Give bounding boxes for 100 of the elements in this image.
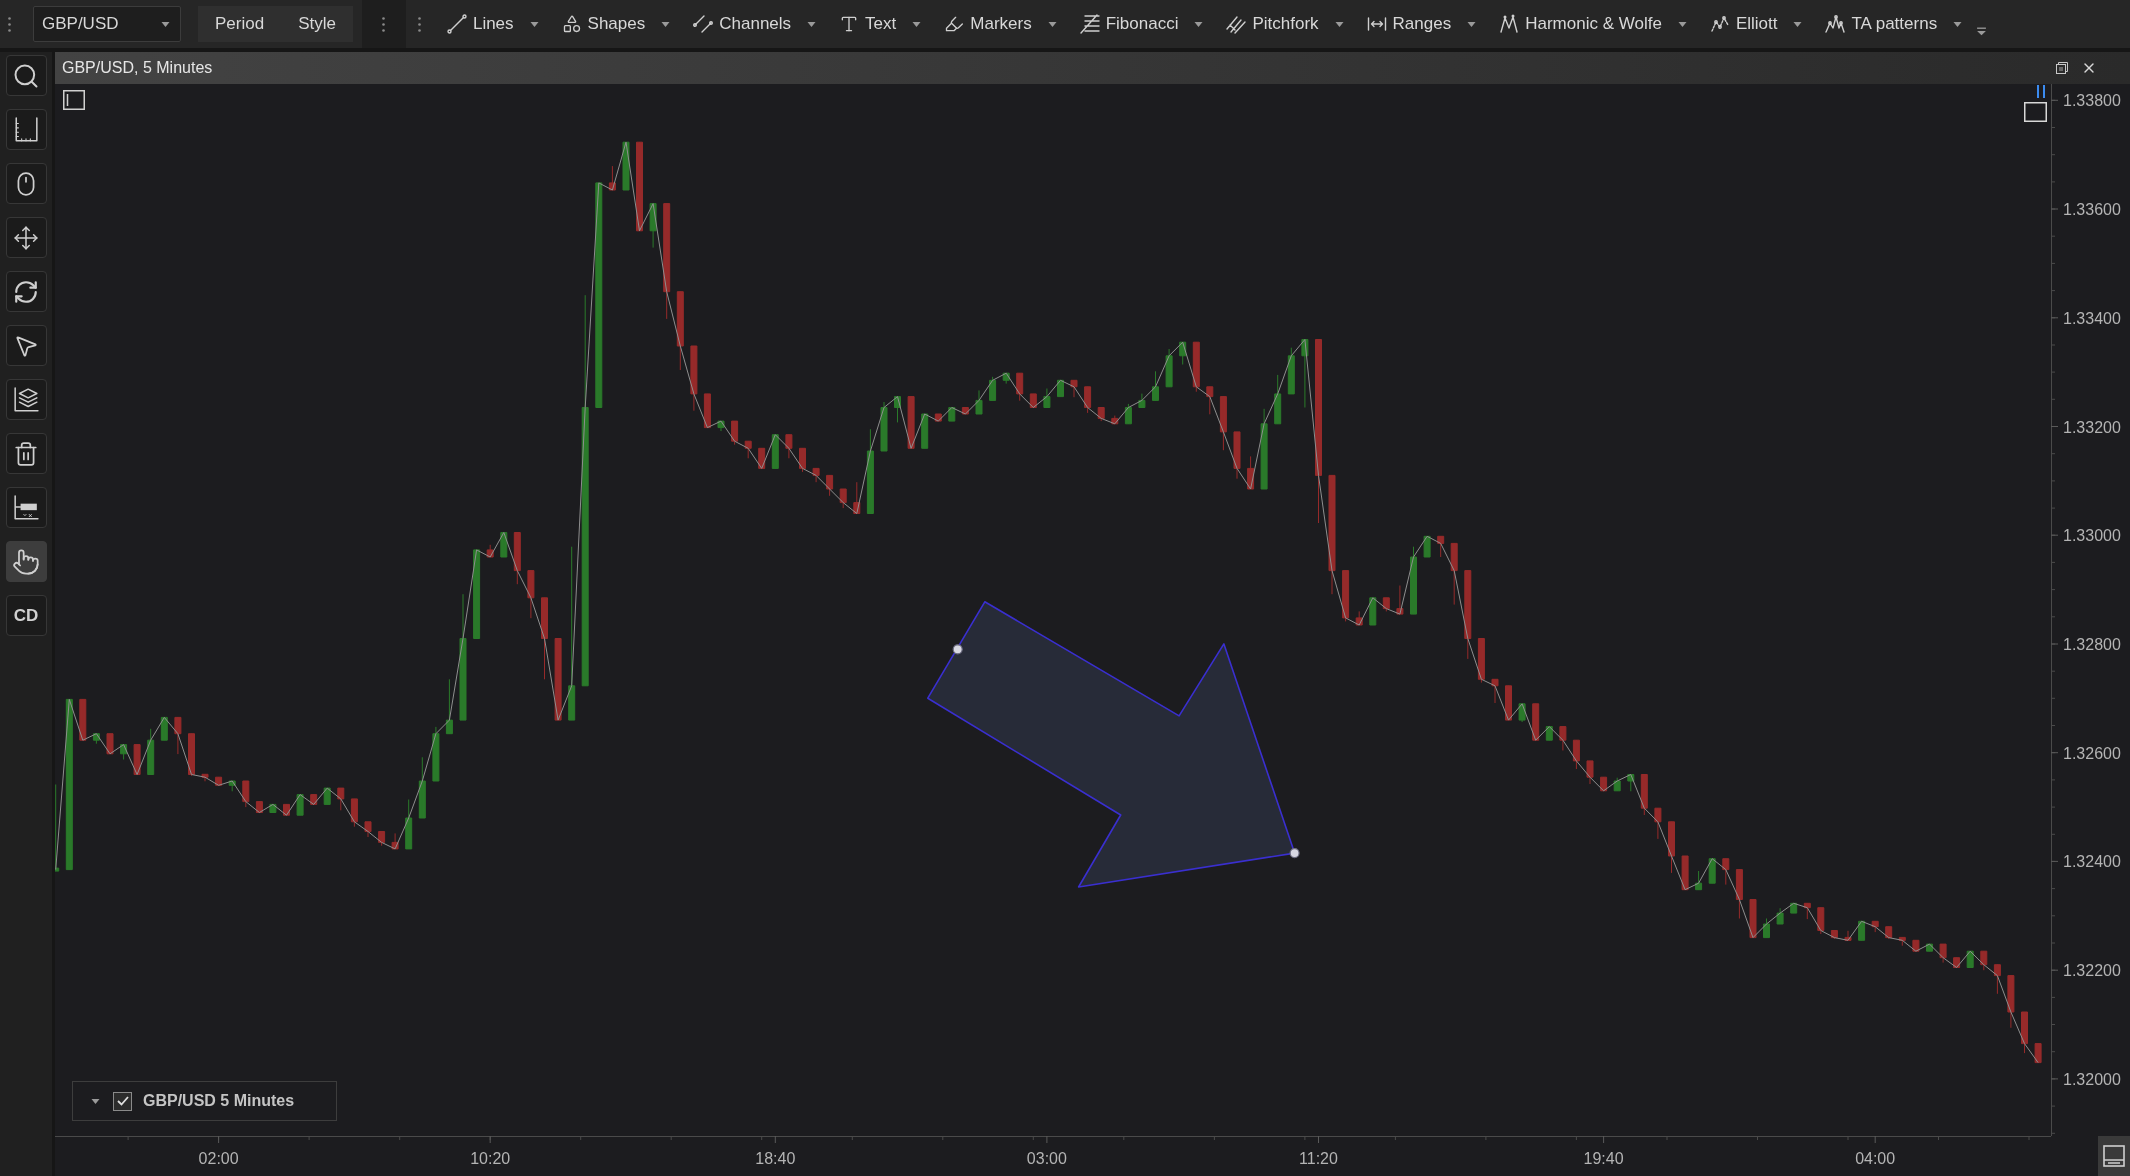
caret-icon (161, 21, 170, 27)
candle (907, 396, 915, 449)
candle (826, 474, 834, 497)
symbol-dropdown[interactable]: GBP/USD (33, 6, 181, 42)
grip-icon[interactable] (8, 16, 11, 32)
toolbar-button[interactable]: Period (198, 6, 282, 42)
drawing-tool-button[interactable]: Markers (942, 6, 1059, 42)
candle (106, 733, 114, 755)
candle (500, 532, 508, 558)
time-label: 10:20 (470, 1150, 511, 1167)
wave-points-icon (1709, 14, 1730, 34)
price-label: 1.32400 (2063, 853, 2121, 871)
tool-button[interactable] (5, 109, 47, 150)
candle (975, 389, 983, 415)
candle (1016, 372, 1024, 402)
grip-icon[interactable] (382, 16, 386, 32)
grip-icon[interactable] (417, 16, 421, 32)
drawing-tool-button[interactable]: TA patterns (1823, 6, 1965, 42)
tool-button[interactable] (5, 325, 47, 366)
candle (215, 776, 223, 786)
candle (1057, 379, 1064, 398)
candle (1939, 943, 1947, 964)
candle (1369, 597, 1377, 626)
caret-icon (1467, 21, 1477, 27)
candle (2021, 1011, 2028, 1054)
candle (1586, 760, 1594, 785)
candle (961, 406, 969, 415)
candle (1396, 585, 1404, 615)
drawing-tool-button[interactable]: Shapes (559, 6, 673, 42)
candle (283, 803, 290, 816)
peaks-icon (1825, 14, 1846, 34)
candle (1668, 821, 1675, 874)
candle (242, 780, 250, 808)
tool-button[interactable] (5, 271, 47, 312)
drawing-tool-button[interactable]: Text (837, 6, 924, 42)
tool-button[interactable] (5, 55, 47, 96)
drag-handle[interactable] (952, 644, 963, 655)
candle (391, 832, 399, 850)
candle (378, 831, 386, 847)
layers-chart-icon (13, 386, 39, 413)
legend-checkbox[interactable] (113, 1091, 132, 1111)
candle (1640, 774, 1648, 816)
candle (1735, 869, 1743, 919)
tool-button[interactable] (5, 541, 47, 582)
candle (1505, 685, 1512, 721)
candle (744, 440, 752, 459)
restore-button[interactable] (2055, 61, 2069, 75)
caret-icon (807, 21, 817, 27)
drawing-tool-button[interactable]: Lines (444, 6, 541, 42)
candle (1695, 870, 1703, 891)
drawing-tool-button[interactable]: Channels (691, 6, 819, 42)
candle (1084, 386, 1092, 414)
candle (269, 803, 277, 813)
shapes-icon (561, 14, 582, 34)
tool-button[interactable] (5, 433, 47, 474)
drawing-tool-button[interactable]: Ranges (1364, 6, 1479, 42)
caret-icon (1953, 21, 1963, 27)
toolbar-button[interactable]: Style (281, 6, 353, 42)
candle (731, 420, 739, 446)
square-outline-icon[interactable] (2024, 102, 2047, 122)
tool-button[interactable] (5, 163, 47, 204)
candle (1830, 930, 1838, 940)
price-label: 1.33000 (2063, 527, 2121, 545)
candle (201, 773, 209, 782)
candle (839, 488, 847, 509)
candle (350, 798, 358, 828)
tool-button[interactable] (5, 379, 47, 420)
candle (758, 447, 766, 469)
caret-icon (1793, 21, 1803, 27)
drawing-tool-button[interactable]: Fibonacci (1077, 6, 1206, 42)
pause-icon[interactable] (2037, 85, 2046, 98)
candle (1192, 341, 1200, 393)
candle (1844, 930, 1852, 941)
drawing-tool-button[interactable]: Harmonic & Wolfe (1497, 6, 1689, 42)
caret-icon (1677, 21, 1687, 27)
overflow-icon[interactable] (1976, 26, 1988, 36)
panel-icon[interactable] (63, 90, 85, 110)
tool-button[interactable] (5, 487, 47, 528)
candle (255, 801, 263, 813)
candle (1912, 939, 1920, 952)
panel-bottom-icon (2103, 1145, 2125, 1167)
tool-button[interactable]: CD (5, 595, 47, 636)
tool-button[interactable] (5, 217, 47, 258)
candle (1572, 739, 1580, 770)
caret-icon (529, 21, 539, 27)
candle (79, 698, 87, 741)
candle (1043, 388, 1051, 408)
drawing-tool-button[interactable]: Elliott (1707, 6, 1805, 42)
candle (1600, 776, 1608, 792)
panel-toggle-button[interactable] (2098, 1136, 2130, 1176)
drawing-tool-button[interactable]: Pitchfork (1224, 6, 1346, 42)
caret-icon (912, 21, 922, 27)
price-label: 1.32600 (2063, 744, 2121, 762)
fib-levels-icon (1079, 14, 1100, 34)
drag-handle[interactable] (1289, 848, 1300, 859)
candle (364, 821, 372, 838)
candle (1002, 372, 1010, 385)
candle (1124, 403, 1132, 425)
candle (1111, 415, 1119, 425)
candle (527, 570, 535, 619)
